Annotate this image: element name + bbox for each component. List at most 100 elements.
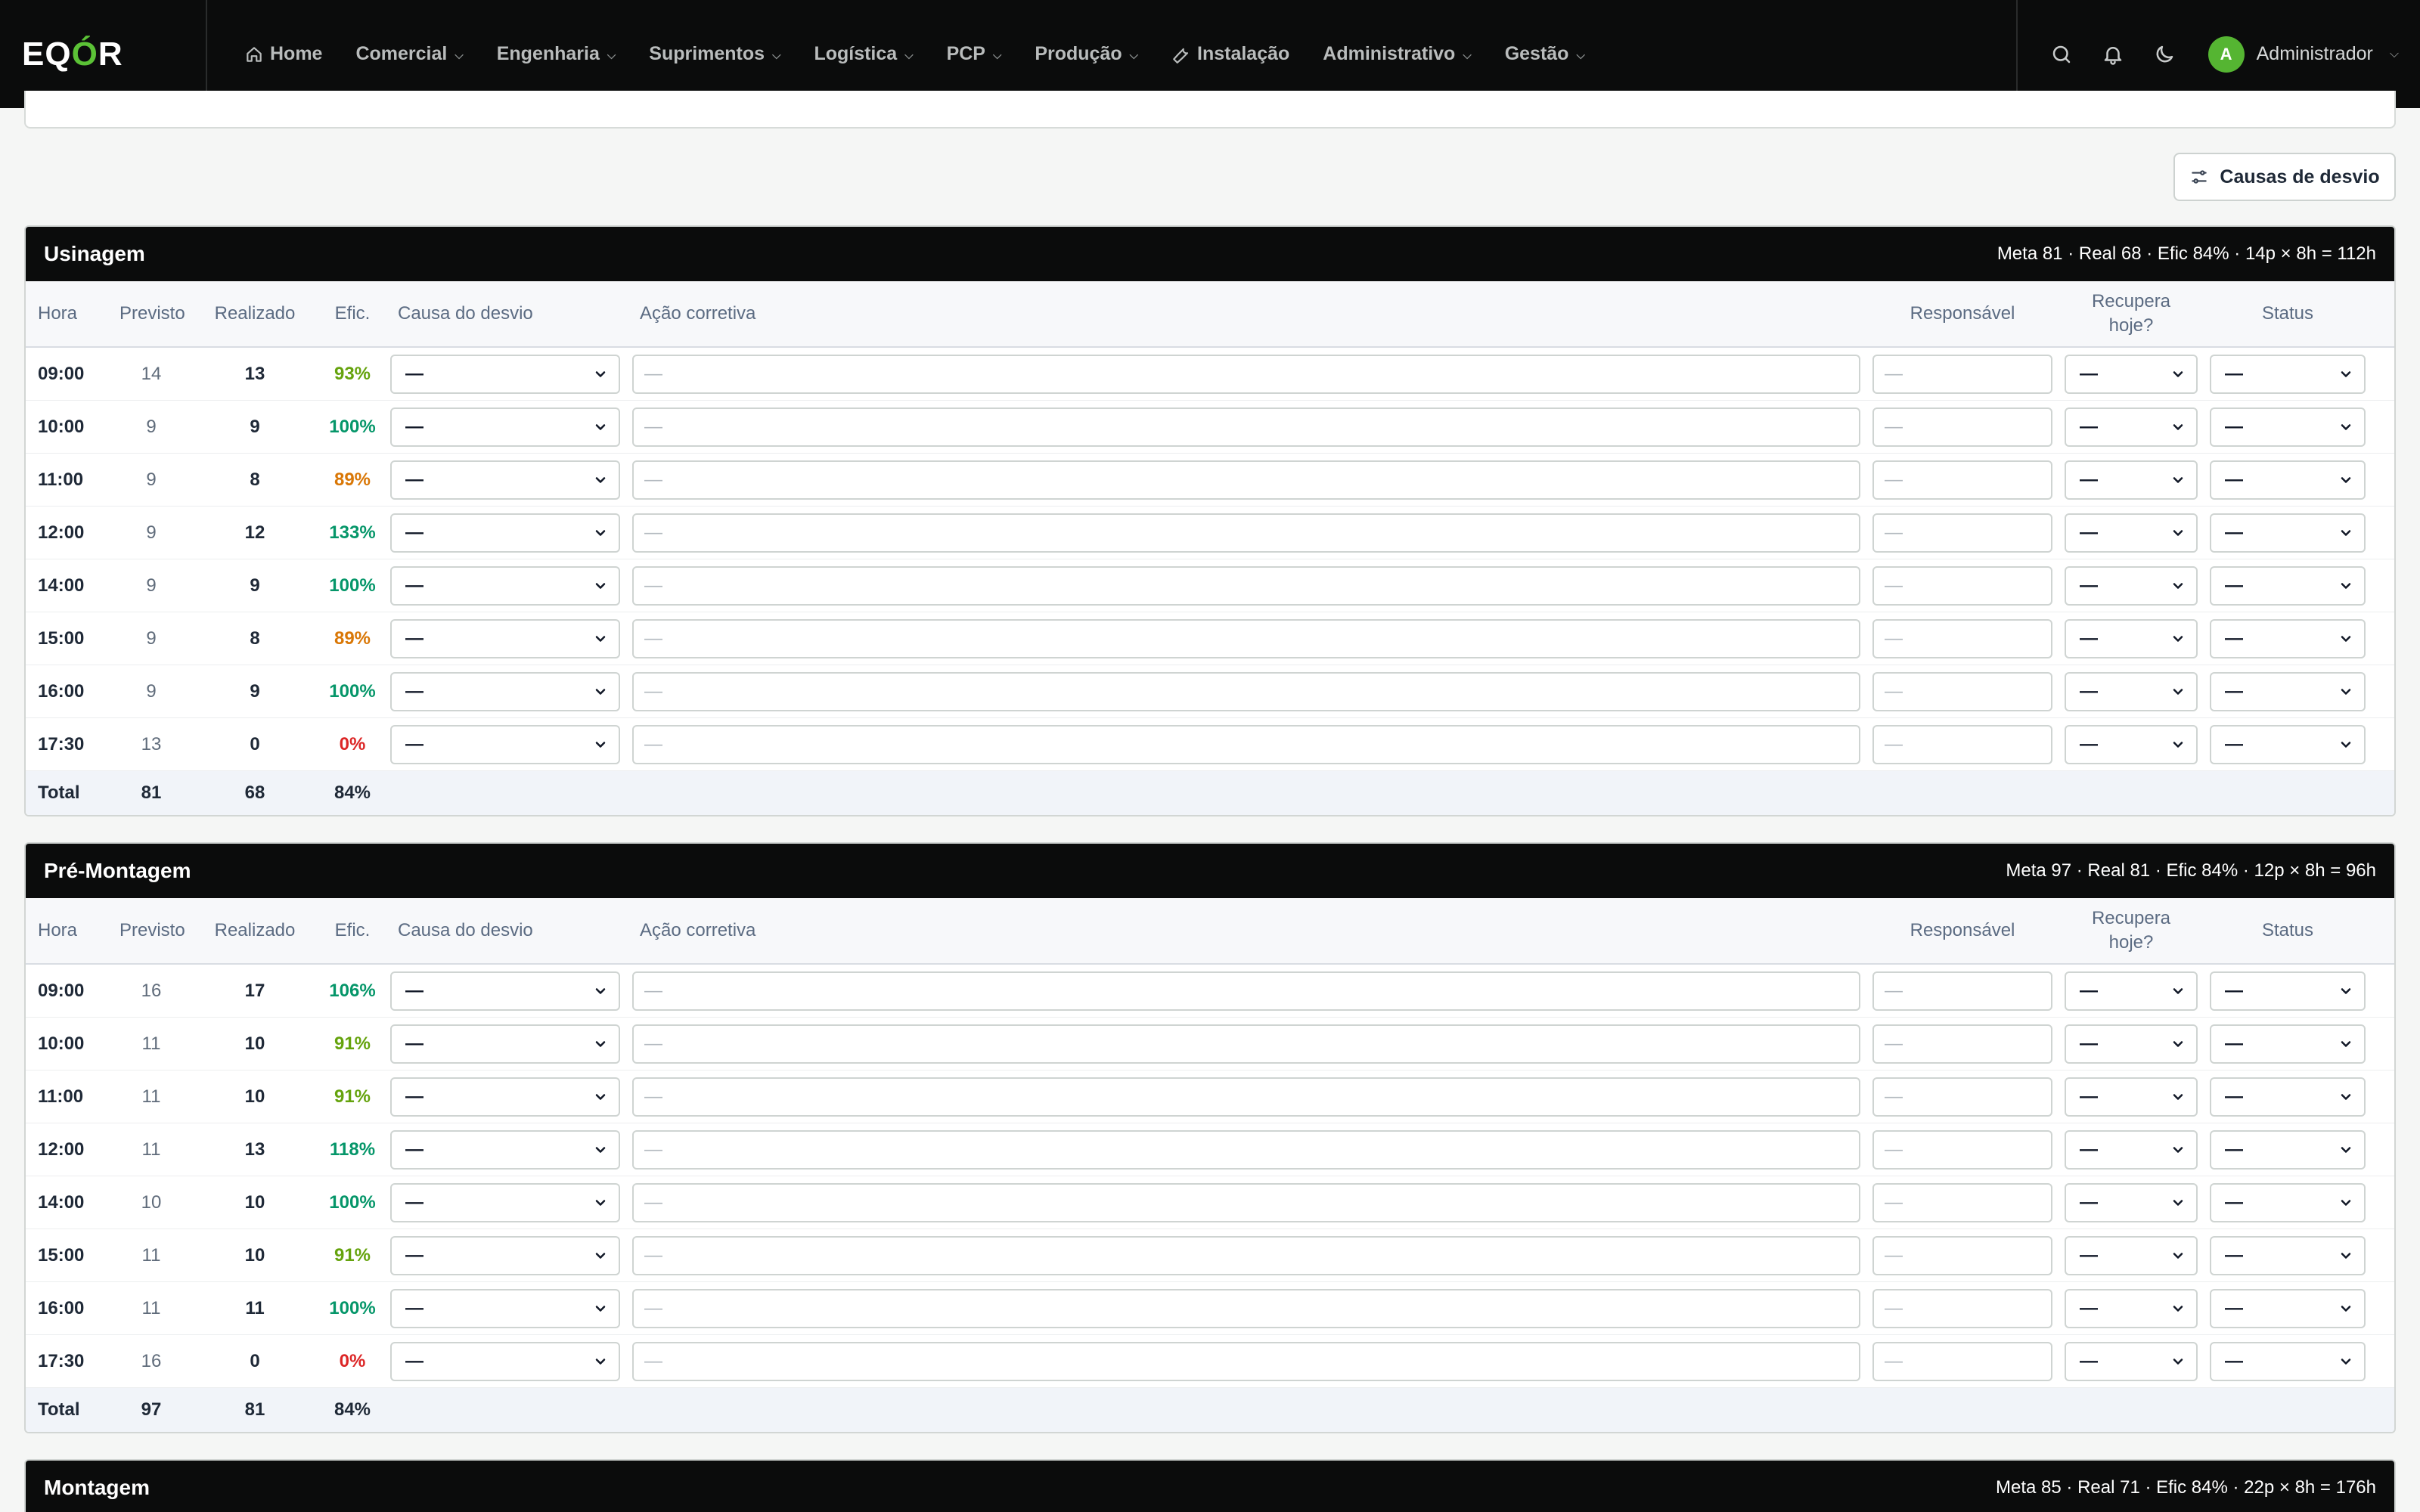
- causa-select[interactable]: —: [390, 971, 620, 1011]
- responsavel-input[interactable]: —: [1872, 460, 2052, 500]
- status-select[interactable]: —: [2210, 1235, 2366, 1275]
- responsavel-input[interactable]: —: [1872, 1288, 2052, 1328]
- acao-corretiva-input[interactable]: —: [632, 354, 1860, 394]
- acao-corretiva-input[interactable]: —: [632, 1024, 1860, 1064]
- status-select[interactable]: —: [2210, 407, 2366, 447]
- user-menu[interactable]: A Administrador ⌵: [2207, 36, 2399, 73]
- recupera-select[interactable]: —: [2065, 971, 2198, 1011]
- recupera-select[interactable]: —: [2065, 1288, 2198, 1328]
- acao-corretiva-input[interactable]: —: [632, 1182, 1860, 1222]
- acao-corretiva-input[interactable]: —: [632, 565, 1860, 606]
- responsavel-input[interactable]: —: [1872, 971, 2052, 1011]
- recupera-select[interactable]: —: [2065, 618, 2198, 658]
- recupera-select[interactable]: —: [2065, 1129, 2198, 1170]
- causa-select[interactable]: —: [390, 407, 620, 447]
- causa-select[interactable]: —: [390, 1235, 620, 1275]
- causa-select[interactable]: —: [390, 565, 620, 606]
- responsavel-input[interactable]: —: [1872, 618, 2052, 658]
- acao-corretiva-input[interactable]: —: [632, 618, 1860, 658]
- acao-corretiva-input[interactable]: —: [632, 407, 1860, 447]
- recupera-select[interactable]: —: [2065, 565, 2198, 606]
- status-select-cell: —: [2204, 1024, 2372, 1064]
- nav-item-producao[interactable]: Produção ⌵: [1018, 32, 1155, 77]
- nav-item-instalacao[interactable]: Instalação: [1155, 32, 1306, 77]
- responsavel-input[interactable]: —: [1872, 1024, 2052, 1064]
- responsavel-input[interactable]: —: [1872, 1182, 2052, 1222]
- responsavel-input[interactable]: —: [1872, 1235, 2052, 1275]
- moon-icon[interactable]: [2143, 33, 2186, 76]
- responsavel-input[interactable]: —: [1872, 354, 2052, 394]
- causas-de-desvio-button[interactable]: Causas de desvio: [2173, 153, 2396, 201]
- search-icon[interactable]: [2040, 33, 2083, 76]
- responsavel-input[interactable]: —: [1872, 671, 2052, 711]
- status-select[interactable]: —: [2210, 618, 2366, 658]
- nav-item-administrativo[interactable]: Administrativo ⌵: [1306, 32, 1488, 77]
- causa-select[interactable]: —: [390, 354, 620, 394]
- nav-item-engenharia[interactable]: Engenharia ⌵: [480, 32, 633, 77]
- status-select[interactable]: —: [2210, 1182, 2366, 1222]
- status-select[interactable]: —: [2210, 1129, 2366, 1170]
- acao-corretiva-input[interactable]: —: [632, 1235, 1860, 1275]
- recupera-select[interactable]: —: [2065, 460, 2198, 500]
- recupera-select[interactable]: —: [2065, 1235, 2198, 1275]
- acao-corretiva-input[interactable]: —: [632, 1288, 1860, 1328]
- row-hora: 14:00: [38, 1191, 85, 1213]
- row-hora: 09:00: [38, 980, 85, 1001]
- responsavel-input[interactable]: —: [1872, 1341, 2052, 1381]
- acao-corretiva-input[interactable]: —: [632, 1077, 1860, 1117]
- status-select[interactable]: —: [2210, 354, 2366, 394]
- status-select[interactable]: —: [2210, 1288, 2366, 1328]
- causa-select[interactable]: —: [390, 724, 620, 764]
- column-header-responsavel: Responsável: [1910, 303, 2015, 324]
- status-select[interactable]: —: [2210, 971, 2366, 1011]
- nav-item-gestao[interactable]: Gestão ⌵: [1488, 32, 1602, 77]
- status-select[interactable]: —: [2210, 565, 2366, 606]
- nav-item-suprimentos[interactable]: Suprimentos ⌵: [632, 32, 797, 77]
- acao-corretiva-input[interactable]: —: [632, 1341, 1860, 1381]
- status-select[interactable]: —: [2210, 1077, 2366, 1117]
- acao-corretiva-input[interactable]: —: [632, 460, 1860, 500]
- recupera-select[interactable]: —: [2065, 1077, 2198, 1117]
- causa-select[interactable]: —: [390, 513, 620, 553]
- responsavel-input[interactable]: —: [1872, 1077, 2052, 1117]
- acao-corretiva-input[interactable]: —: [632, 1129, 1860, 1170]
- status-select[interactable]: —: [2210, 460, 2366, 500]
- recupera-select[interactable]: —: [2065, 1182, 2198, 1222]
- acao-corretiva-input[interactable]: —: [632, 971, 1860, 1011]
- responsavel-input[interactable]: —: [1872, 513, 2052, 553]
- responsavel-input[interactable]: —: [1872, 565, 2052, 606]
- causa-select[interactable]: —: [390, 618, 620, 658]
- causa-select[interactable]: —: [390, 1288, 620, 1328]
- acao-corretiva-input[interactable]: —: [632, 724, 1860, 764]
- causa-select[interactable]: —: [390, 1024, 620, 1064]
- causa-select[interactable]: —: [390, 1129, 620, 1170]
- recupera-select[interactable]: —: [2065, 1024, 2198, 1064]
- status-select[interactable]: —: [2210, 1024, 2366, 1064]
- nav-item-logistica[interactable]: Logística ⌵: [797, 32, 929, 77]
- status-select[interactable]: —: [2210, 513, 2366, 553]
- recupera-select[interactable]: —: [2065, 1341, 2198, 1381]
- nav-item-comercial[interactable]: Comercial ⌵: [339, 32, 479, 77]
- responsavel-input[interactable]: —: [1872, 724, 2052, 764]
- recupera-select[interactable]: —: [2065, 724, 2198, 764]
- causa-select[interactable]: —: [390, 1182, 620, 1222]
- status-select[interactable]: —: [2210, 1341, 2366, 1381]
- recupera-select[interactable]: —: [2065, 407, 2198, 447]
- recupera-select[interactable]: —: [2065, 671, 2198, 711]
- causa-select[interactable]: —: [390, 1077, 620, 1117]
- row-previsto: 9: [146, 416, 157, 437]
- acao-corretiva-input[interactable]: —: [632, 671, 1860, 711]
- status-select[interactable]: —: [2210, 671, 2366, 711]
- causa-select[interactable]: —: [390, 1341, 620, 1381]
- causa-select[interactable]: —: [390, 671, 620, 711]
- bell-icon[interactable]: [2092, 33, 2134, 76]
- recupera-select[interactable]: —: [2065, 513, 2198, 553]
- responsavel-input[interactable]: —: [1872, 1129, 2052, 1170]
- status-select[interactable]: —: [2210, 724, 2366, 764]
- acao-corretiva-input[interactable]: —: [632, 513, 1860, 553]
- responsavel-input[interactable]: —: [1872, 407, 2052, 447]
- recupera-select[interactable]: —: [2065, 354, 2198, 394]
- nav-item-pcp[interactable]: PCP ⌵: [930, 32, 1019, 77]
- causa-select[interactable]: —: [390, 460, 620, 500]
- nav-item-home[interactable]: Home: [228, 32, 339, 77]
